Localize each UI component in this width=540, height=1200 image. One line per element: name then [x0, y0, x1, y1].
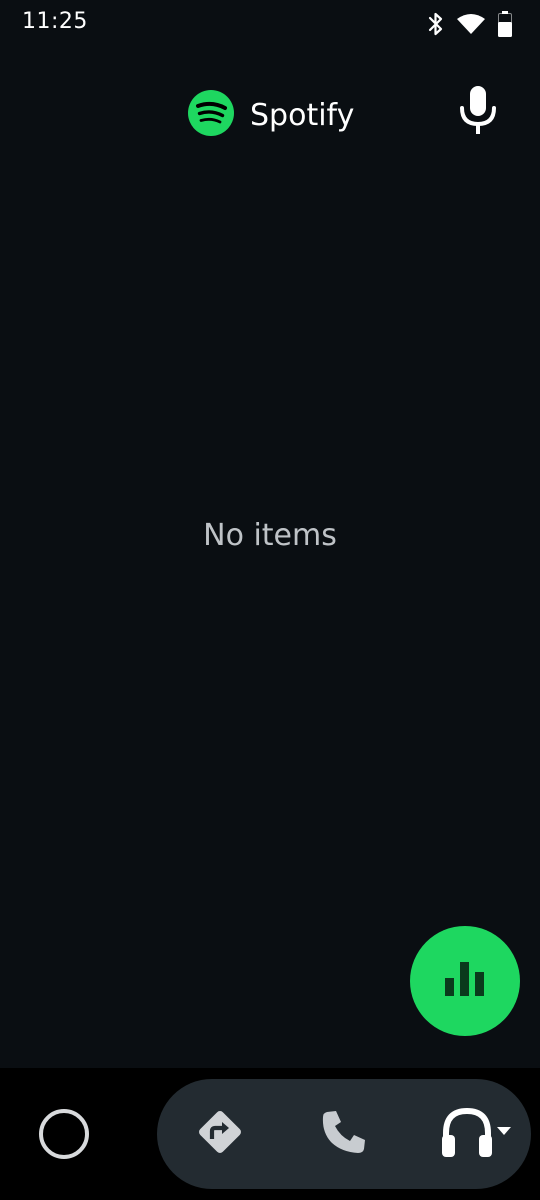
app-switcher-pill: [157, 1079, 531, 1189]
app-header: Spotify: [0, 80, 540, 144]
battery-icon: [498, 11, 512, 37]
equalizer-bars-icon: [445, 962, 485, 1000]
empty-state-text: No items: [203, 518, 337, 553]
phone-icon: [319, 1107, 369, 1161]
navigation-directions-icon: [193, 1105, 247, 1163]
navigation-app-button[interactable]: [190, 1104, 250, 1164]
home-button[interactable]: [36, 1108, 92, 1164]
status-icons: [428, 10, 512, 38]
media-app-button[interactable]: [437, 1104, 517, 1164]
bluetooth-icon: [428, 11, 444, 37]
now-playing-fab[interactable]: [410, 926, 520, 1036]
headphones-icon: [439, 1105, 515, 1163]
status-bar: 11:25: [0, 0, 540, 48]
phone-app-button[interactable]: [314, 1104, 374, 1164]
status-time: 11:25: [22, 9, 88, 34]
microphone-icon: [458, 84, 498, 140]
wifi-icon: [456, 12, 486, 36]
app-title: Spotify: [250, 97, 355, 133]
android-auto-screen: 11:25 Spotify No items: [0, 0, 540, 1200]
app-brand: Spotify: [188, 90, 354, 140]
spotify-logo-icon: [188, 90, 234, 140]
bottom-nav-bar: [0, 1068, 540, 1200]
home-circle-icon: [37, 1107, 91, 1165]
voice-search-button[interactable]: [452, 82, 504, 142]
